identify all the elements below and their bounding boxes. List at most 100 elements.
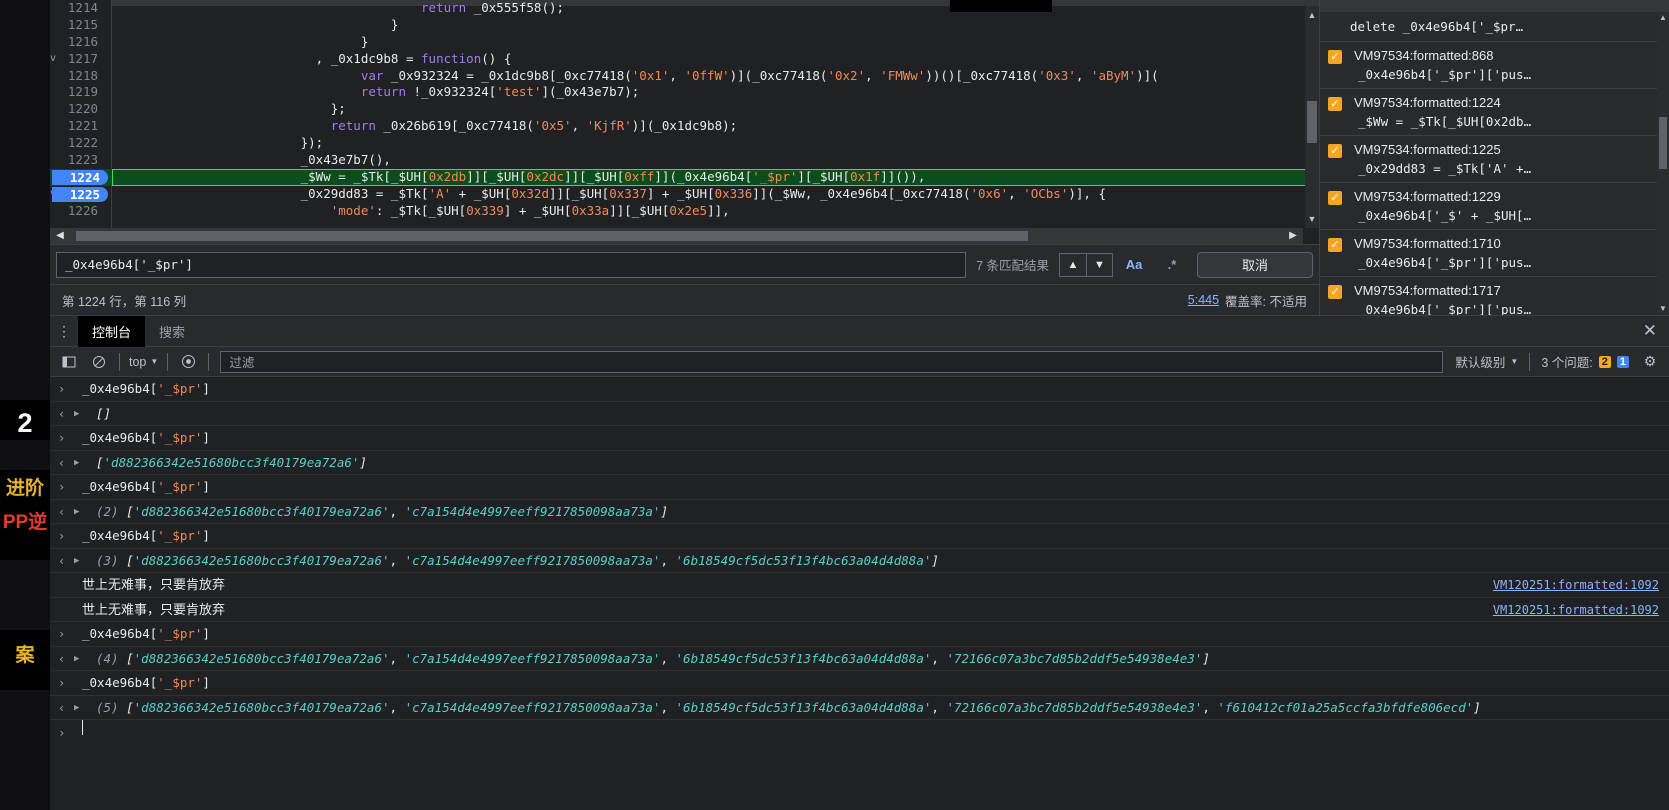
console-filter-input[interactable]: 过滤: [220, 350, 1444, 373]
sidebar-scrollbar[interactable]: ▲ ▼: [1657, 12, 1669, 315]
breakpoints-sidebar[interactable]: delete _0x4e96b4['_$pr… ✓ VM97534:formatt…: [1319, 0, 1669, 315]
log-level-selector[interactable]: 默认级别 ▼: [1449, 352, 1524, 371]
console-input-row[interactable]: › _0x4e96b4['_$pr']: [50, 524, 1669, 549]
input-arrow-icon: ›: [58, 529, 66, 543]
editor-vertical-scrollbar[interactable]: ▲ ▼: [1305, 6, 1319, 228]
breakpoint-line-badge[interactable]: 1225: [52, 186, 108, 202]
breakpoint-title: VM97534:formatted:1229: [1354, 189, 1501, 204]
console-source-link[interactable]: VM120251:formatted:1092: [1493, 573, 1659, 598]
tab-search[interactable]: 搜索: [145, 316, 199, 347]
code-line[interactable]: 1220 };: [50, 101, 1319, 118]
watermark-strip: 2 进阶 PP逆 案: [0, 0, 50, 810]
breakpoint-line-badge[interactable]: 1224: [52, 169, 108, 185]
source-code-editor[interactable]: 1214 return _0x555f58(); 1215 } 1216 } v 121…: [50, 0, 1319, 248]
coverage-link[interactable]: 5:445: [1188, 293, 1219, 307]
console-input-row[interactable]: › _0x4e96b4['_$pr']: [50, 377, 1669, 402]
console-output-row[interactable]: ‹ ▶ (2) ['d882366342e51680bcc3f40179ea72a6…: [50, 500, 1669, 525]
code-line[interactable]: 1219 return !_0x932324['test'](_0x43e7b7…: [50, 84, 1319, 101]
code-line[interactable]: 1215 }: [50, 17, 1319, 34]
console-source-link[interactable]: VM120251:formatted:1092: [1493, 598, 1659, 623]
breakpoint-checkbox[interactable]: ✓: [1328, 285, 1342, 299]
sidebar-scroll-thumb[interactable]: [1659, 117, 1667, 169]
breakpoint-item[interactable]: ✓ VM97534:formatted:1224 _$Ww = _$Tk[_$UH[…: [1320, 89, 1669, 136]
editor-horizontal-scrollbar[interactable]: ◀ ▶: [50, 228, 1319, 244]
breakpoint-item[interactable]: ✓ VM97534:formatted:1710 _0x4e96b4['_$pr']…: [1320, 230, 1669, 277]
line-number: 1219: [67, 84, 98, 100]
find-input[interactable]: [56, 251, 967, 278]
watermark-line-c: 案: [15, 645, 35, 666]
input-arrow-icon: ›: [58, 431, 66, 445]
code-line[interactable]: 1222 });: [50, 135, 1319, 152]
expand-triangle-icon[interactable]: ▶: [74, 451, 79, 476]
issues-counter[interactable]: 3 个问题: 2 1: [1535, 352, 1635, 371]
code-line[interactable]: v1225 _0x29dd83 = _$Tk['A' + _$UH[0x32d]…: [50, 186, 1319, 203]
find-prev-icon[interactable]: ▲: [1060, 254, 1086, 276]
console-input-row[interactable]: › _0x4e96b4['_$pr']: [50, 426, 1669, 451]
code-line[interactable]: 1224 _$Ww = _$Tk[_$UH[0x2db]][_$UH[0x2dc…: [50, 168, 1319, 186]
expand-triangle-icon[interactable]: ▶: [74, 402, 79, 427]
clear-console-icon[interactable]: [84, 349, 114, 375]
sidebar-scroll-down-icon[interactable]: ▼: [1657, 303, 1669, 315]
code-line[interactable]: 1223 _0x43e7b7(),: [50, 152, 1319, 169]
sidebar-scroll-up-icon[interactable]: ▲: [1657, 12, 1669, 24]
more-vertical-icon[interactable]: ⋮: [50, 324, 78, 338]
scroll-right-icon[interactable]: ▶: [1285, 228, 1301, 244]
breakpoint-checkbox[interactable]: ✓: [1328, 97, 1342, 111]
find-cancel-button[interactable]: 取消: [1197, 251, 1313, 278]
scroll-thumb[interactable]: [1307, 101, 1317, 143]
console-message-row[interactable]: 世上无难事，只要肯放弃 VM120251:formatted:1092: [50, 598, 1669, 623]
console-log-area[interactable]: › _0x4e96b4['_$pr'] ‹ ▶ [] › _0x4e96b4['_$pr']…: [50, 377, 1669, 810]
code-line[interactable]: 1216 }: [50, 34, 1319, 51]
code-line[interactable]: 1214 return _0x555f58();: [50, 0, 1319, 17]
expand-triangle-icon[interactable]: ▶: [74, 696, 79, 721]
console-message-row[interactable]: 世上无难事，只要肯放弃 VM120251:formatted:1092: [50, 573, 1669, 598]
hscroll-thumb[interactable]: [76, 231, 1028, 241]
console-input-row[interactable]: › _0x4e96b4['_$pr']: [50, 671, 1669, 696]
breakpoint-checkbox[interactable]: ✓: [1328, 50, 1342, 64]
gear-icon[interactable]: ⚙: [1635, 353, 1665, 370]
console-input-row[interactable]: › _0x4e96b4['_$pr']: [50, 475, 1669, 500]
breakpoint-item[interactable]: ✓ VM97534:formatted:868 _0x4e96b4['_$pr'][…: [1320, 42, 1669, 89]
breakpoint-item[interactable]: ✓ VM97534:formatted:1229 _0x4e96b4['_$' + …: [1320, 183, 1669, 230]
breakpoint-checkbox[interactable]: ✓: [1328, 191, 1342, 205]
live-expression-icon[interactable]: [173, 349, 203, 375]
output-arrow-icon: ‹: [58, 651, 66, 666]
close-icon[interactable]: ✕: [1643, 322, 1657, 339]
console-output-row[interactable]: ‹ ▶ []: [50, 402, 1669, 427]
console-output-row[interactable]: ‹ ▶ (4) ['d882366342e51680bcc3f40179ea72a6…: [50, 647, 1669, 672]
code-text: };: [120, 101, 346, 117]
breakpoint-snippet: _0x4e96b4['_$pr']['pus…: [1358, 302, 1532, 315]
breakpoint-checkbox[interactable]: ✓: [1328, 238, 1342, 252]
code-line[interactable]: 1226 'mode': _$Tk[_$UH[0x339] + _$UH[0x3…: [50, 203, 1319, 220]
cursor-position-label: 第 1224 行，第 116 列: [62, 294, 187, 309]
code-line[interactable]: v 1217 , _0x1dc9b8 = function() {: [50, 51, 1319, 68]
code-line[interactable]: 1221 return _0x26b619[_0xc77418('0x5', '…: [50, 118, 1319, 135]
console-output-row[interactable]: ‹ ▶ (3) ['d882366342e51680bcc3f40179ea72a6…: [50, 549, 1669, 574]
match-case-toggle[interactable]: Aa: [1117, 252, 1151, 278]
expand-triangle-icon[interactable]: ▶: [74, 500, 79, 525]
expand-triangle-icon[interactable]: ▶: [74, 549, 79, 574]
code-lines[interactable]: 1214 return _0x555f58(); 1215 } 1216 } v 121…: [50, 0, 1319, 228]
console-input-text: _0x4e96b4['_$pr']: [82, 528, 210, 543]
input-arrow-icon: ›: [58, 676, 66, 690]
expand-triangle-icon[interactable]: ▶: [74, 647, 79, 672]
console-sidebar-icon[interactable]: [54, 349, 84, 375]
console-output-row[interactable]: ‹ ▶ ['d882366342e51680bcc3f40179ea72a6']: [50, 451, 1669, 476]
execution-context-selector[interactable]: top ▼: [125, 355, 162, 369]
console-prompt[interactable]: ›: [50, 720, 1669, 746]
regex-toggle[interactable]: .*: [1155, 252, 1189, 278]
find-next-icon[interactable]: ▼: [1086, 253, 1112, 276]
breakpoint-item[interactable]: ✓ VM97534:formatted:1717 _0x4e96b4['_$pr']…: [1320, 277, 1669, 315]
scroll-down-icon[interactable]: ▼: [1305, 212, 1319, 226]
breakpoint-list[interactable]: ✓ VM97534:formatted:868 _0x4e96b4['_$pr'][…: [1320, 42, 1669, 315]
code-line[interactable]: 1218 var _0x932324 = _0x1dc9b8[_0xc77418…: [50, 68, 1319, 85]
scroll-left-icon[interactable]: ◀: [52, 228, 68, 244]
scroll-up-icon[interactable]: ▲: [1305, 8, 1319, 22]
tab-console[interactable]: 控制台: [78, 315, 146, 347]
breakpoint-snippet: _$Ww = _$Tk[_$UH[0x2db…: [1358, 114, 1532, 129]
breakpoint-item[interactable]: ✓ VM97534:formatted:1225 _0x29dd83 = _$Tk[…: [1320, 136, 1669, 183]
breakpoint-checkbox[interactable]: ✓: [1328, 144, 1342, 158]
console-input-row[interactable]: › _0x4e96b4['_$pr']: [50, 622, 1669, 647]
console-output-row[interactable]: ‹ ▶ (5) ['d882366342e51680bcc3f40179ea72a6…: [50, 696, 1669, 721]
editor-status-bar: 第 1224 行，第 116 列 5:445 覆盖率: 不适用: [50, 284, 1319, 315]
